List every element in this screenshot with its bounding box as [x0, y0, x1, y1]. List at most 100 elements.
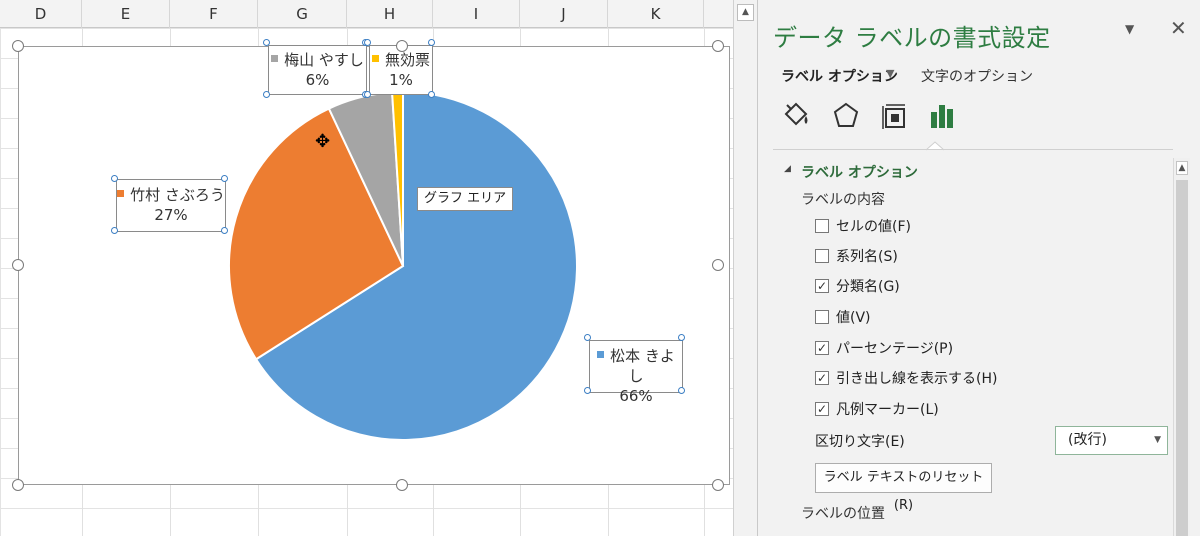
option-label: 値(V): [836, 310, 871, 326]
data-label-percent: 6%: [305, 71, 330, 89]
label-resize-handle[interactable]: [263, 39, 270, 46]
reset-label-text-button[interactable]: ラベル テキストのリセット(R): [815, 463, 992, 513]
data-label-percent: 66%: [619, 387, 653, 405]
resize-handle-bottom[interactable]: [396, 479, 408, 491]
chart-tooltip: グラフ エリア: [417, 187, 514, 211]
separator-label: 区切り文字(E): [815, 434, 905, 450]
excel-window: DEFGHIJK 梅山 やすし 6% 無効票 1% 竹村 さぶろう 27% 松本…: [0, 0, 1200, 536]
label-resize-handle[interactable]: [678, 334, 685, 341]
label-resize-handle[interactable]: [221, 175, 228, 182]
option-label: パーセンテージ(P): [836, 341, 954, 357]
resize-handle-top-right[interactable]: [712, 40, 724, 52]
data-label-percent: 1%: [389, 71, 413, 89]
label-contents-heading: ラベルの内容: [801, 192, 885, 208]
tab-label-options[interactable]: ラベル オプション: [781, 66, 898, 86]
data-label-category: 無効票: [384, 51, 430, 69]
column-header[interactable]: F: [170, 0, 258, 28]
option-row[interactable]: ✓ 凡例マーカー(L): [815, 398, 939, 420]
format-data-labels-pane: データ ラベルの書式設定 ▼ ✕ ラベル オプション ▼ 文字のオプション ◢ …: [757, 0, 1200, 536]
column-header[interactable]: H: [347, 0, 433, 28]
separator-value: (改行): [1068, 432, 1107, 448]
label-resize-handle[interactable]: [364, 91, 371, 98]
label-resize-handle[interactable]: [111, 227, 118, 234]
divider: [773, 149, 1173, 150]
legend-marker: [271, 55, 279, 62]
data-label-category: 梅山 やすし: [284, 51, 364, 69]
column-header[interactable]: J: [520, 0, 608, 28]
legend-marker: [371, 55, 379, 62]
label-resize-handle[interactable]: [428, 91, 435, 98]
option-row[interactable]: ✓ パーセンテージ(P): [815, 337, 953, 359]
pane-scrollbar[interactable]: ▲: [1173, 158, 1190, 536]
resize-handle-left[interactable]: [12, 259, 24, 271]
resize-handle-top[interactable]: [396, 40, 408, 52]
option-row[interactable]: 値(V): [815, 306, 871, 328]
checkbox-checked[interactable]: ✓: [815, 279, 829, 293]
size-properties-icon[interactable]: [878, 100, 910, 132]
resize-handle-right[interactable]: [712, 259, 724, 271]
data-label-umeyama[interactable]: 梅山 やすし 6%: [268, 45, 367, 95]
effects-icon[interactable]: [830, 100, 862, 132]
pane-title: データ ラベルの書式設定: [773, 24, 1051, 52]
checkbox-checked[interactable]: ✓: [815, 341, 829, 355]
close-icon[interactable]: ✕: [1170, 16, 1187, 40]
section-label-options[interactable]: ラベル オプション: [801, 162, 918, 182]
checkbox[interactable]: [815, 310, 829, 324]
label-resize-handle[interactable]: [364, 39, 371, 46]
spreadsheet: DEFGHIJK 梅山 やすし 6% 無効票 1% 竹村 さぶろう 27% 松本…: [0, 0, 733, 536]
label-position-heading: ラベルの位置: [801, 506, 885, 522]
checkbox-checked[interactable]: ✓: [815, 402, 829, 416]
label-resize-handle[interactable]: [263, 91, 270, 98]
pie-chart[interactable]: [19, 47, 731, 486]
resize-handle-top-left[interactable]: [12, 40, 24, 52]
label-resize-handle[interactable]: [584, 334, 591, 341]
legend-marker: [117, 190, 125, 197]
tab-text-options[interactable]: 文字のオプション: [921, 66, 1033, 86]
sheet-scrollbar[interactable]: ▲: [733, 0, 757, 536]
column-header[interactable]: I: [433, 0, 520, 28]
separator-select[interactable]: (改行) ▼: [1055, 426, 1168, 455]
option-row[interactable]: セルの値(F): [815, 215, 911, 237]
option-label: セルの値(F): [836, 219, 911, 235]
option-label: 系列名(S): [836, 249, 898, 265]
chart-area[interactable]: 梅山 やすし 6% 無効票 1% 竹村 さぶろう 27% 松本 きよし 66% …: [18, 45, 731, 486]
chevron-down-icon[interactable]: ▼: [1154, 427, 1161, 454]
option-row[interactable]: 系列名(S): [815, 245, 898, 267]
data-label-takemura[interactable]: 竹村 さぶろう 27%: [116, 179, 226, 232]
move-cursor-icon: ✥: [315, 131, 331, 152]
option-row[interactable]: ✓ 分類名(G): [815, 275, 900, 297]
checkbox-checked[interactable]: ✓: [815, 371, 829, 385]
legend-marker: [597, 351, 605, 358]
data-label-mukouhyou[interactable]: 無効票 1%: [369, 45, 433, 95]
checkbox[interactable]: [815, 219, 829, 233]
column-header[interactable]: G: [258, 0, 347, 28]
option-label: 分類名(G): [836, 279, 900, 295]
data-label-matsumoto[interactable]: 松本 きよし 66%: [589, 340, 683, 405]
label-resize-handle[interactable]: [428, 39, 435, 46]
scroll-thumb[interactable]: [1176, 180, 1188, 536]
collapse-triangle-icon[interactable]: ◢: [784, 164, 791, 174]
label-resize-handle[interactable]: [678, 387, 685, 394]
checkbox[interactable]: [815, 249, 829, 263]
option-row[interactable]: ✓ 引き出し線を表示する(H): [815, 367, 997, 389]
scroll-up-arrow-icon[interactable]: ▲: [737, 4, 754, 21]
option-label: 引き出し線を表示する(H): [836, 371, 998, 387]
option-label: 凡例マーカー(L): [836, 402, 939, 418]
chevron-down-icon[interactable]: ▼: [886, 67, 894, 80]
fill-line-icon[interactable]: [780, 100, 812, 132]
column-header[interactable]: E: [82, 0, 170, 28]
column-headers: DEFGHIJK: [0, 0, 733, 28]
data-label-category: 松本 きよし: [610, 347, 675, 385]
data-label-percent: 27%: [154, 206, 188, 224]
resize-handle-bottom-right[interactable]: [712, 479, 724, 491]
pane-options-chevron-icon[interactable]: ▼: [1125, 22, 1134, 36]
label-resize-handle[interactable]: [584, 387, 591, 394]
label-options-bar-icon[interactable]: [926, 100, 958, 132]
column-header[interactable]: K: [608, 0, 704, 28]
label-resize-handle[interactable]: [111, 175, 118, 182]
label-resize-handle[interactable]: [221, 227, 228, 234]
resize-handle-bottom-left[interactable]: [12, 479, 24, 491]
data-label-category: 竹村 さぶろう: [130, 186, 225, 204]
scroll-up-arrow-icon[interactable]: ▲: [1176, 161, 1188, 175]
column-header[interactable]: D: [0, 0, 82, 28]
